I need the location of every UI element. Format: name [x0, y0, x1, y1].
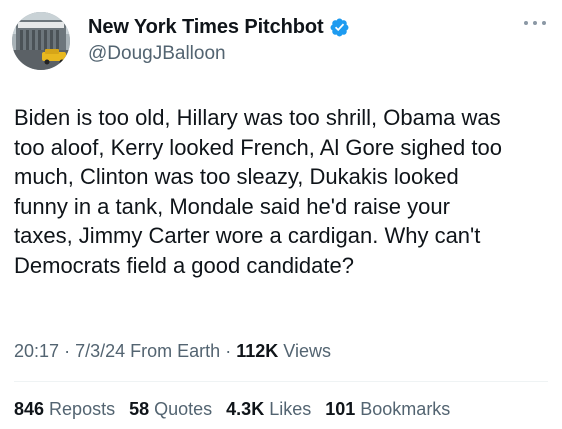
views-label[interactable]: Views	[283, 341, 331, 361]
tweet-header: New York Times Pitchbot @DougJBalloon	[12, 12, 550, 70]
likes-label: Likes	[269, 399, 312, 419]
quotes-stat[interactable]: 58 Quotes	[129, 399, 212, 420]
quotes-label: Quotes	[154, 399, 213, 419]
tweet-text: Biden is too old, Hillary was too shrill…	[14, 105, 502, 278]
meta-separator: ·	[64, 341, 71, 361]
reposts-label: Reposts	[49, 399, 116, 419]
likes-count: 4.3K	[226, 399, 265, 419]
bookmarks-count: 101	[325, 399, 356, 419]
display-name[interactable]: New York Times Pitchbot	[88, 16, 324, 39]
engagement-stats: 846 Reposts 58 Quotes 4.3K Likes 101 Bookmar…	[14, 399, 464, 420]
avatar-image	[12, 12, 70, 70]
quotes-count: 58	[129, 399, 150, 419]
tweet-source[interactable]: From Earth	[130, 341, 220, 361]
more-options-icon[interactable]	[524, 18, 546, 28]
bookmarks-label: Bookmarks	[360, 399, 451, 419]
divider	[14, 381, 548, 382]
tweet-time[interactable]: 20:17	[14, 341, 59, 361]
verified-badge-icon[interactable]	[329, 17, 350, 38]
avatar[interactable]	[12, 12, 70, 70]
reposts-stat[interactable]: 846 Reposts	[14, 399, 115, 420]
meta-separator: ·	[225, 341, 232, 361]
views-count[interactable]: 112K	[236, 341, 278, 361]
user-handle[interactable]: @DougJBalloon	[88, 43, 350, 65]
bookmarks-stat[interactable]: 101 Bookmarks	[325, 399, 450, 420]
tweet-date[interactable]: 7/3/24	[75, 341, 125, 361]
likes-stat[interactable]: 4.3K Likes	[226, 399, 311, 420]
reposts-count: 846	[14, 399, 45, 419]
tweet-meta: 20:17 · 7/3/24 From Earth · 112K Views	[14, 341, 331, 362]
